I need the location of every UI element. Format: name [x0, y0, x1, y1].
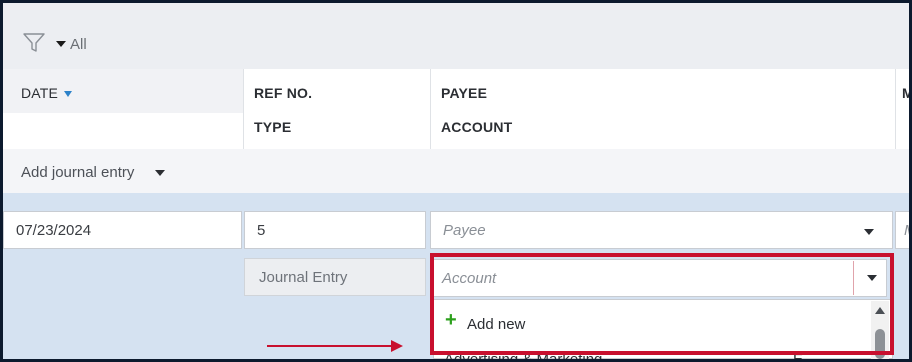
add-journal-entry-row [3, 149, 909, 194]
callout-arrow-icon [391, 340, 403, 352]
date-header-label: DATE [21, 85, 59, 101]
filter-bar [3, 3, 909, 69]
payee-dropdown-arrow-icon[interactable] [864, 229, 874, 235]
payee-input[interactable]: Payee [430, 211, 893, 249]
add-journal-entry-caret-icon[interactable] [155, 170, 165, 176]
sort-caret-icon[interactable] [64, 91, 73, 98]
callout-arrow-line [267, 345, 393, 347]
date-input-value: 07/23/2024 [16, 221, 92, 239]
date-column-header[interactable]: DATE [21, 85, 73, 101]
payee-placeholder: Payee [443, 221, 486, 239]
ref-no-column-header: REF NO. [254, 85, 313, 101]
filter-funnel-icon[interactable] [23, 33, 45, 53]
type-value: Journal Entry [259, 268, 348, 286]
account-column-header: ACCOUNT [441, 119, 513, 135]
highlight-box [430, 253, 894, 355]
register-panel: All DATE REF NO. TYPE PAYEE ACCOUNT M Ad… [0, 0, 912, 362]
memo-input[interactable]: M [895, 211, 909, 249]
filter-caret-icon[interactable] [56, 41, 66, 47]
column-divider [243, 69, 244, 149]
memo-column-header: M [902, 85, 909, 101]
filter-label[interactable]: All [70, 36, 87, 53]
date-input[interactable]: 07/23/2024 [3, 211, 242, 249]
memo-placeholder: M [904, 222, 909, 239]
add-journal-entry-button[interactable]: Add journal entry [21, 164, 134, 181]
payee-column-header: PAYEE [441, 85, 488, 101]
ref-no-input-value: 5 [257, 221, 266, 239]
type-column-header: TYPE [254, 119, 292, 135]
type-field: Journal Entry [244, 258, 426, 296]
column-divider [895, 69, 896, 149]
ref-no-input[interactable]: 5 [244, 211, 426, 249]
column-divider [430, 69, 431, 149]
